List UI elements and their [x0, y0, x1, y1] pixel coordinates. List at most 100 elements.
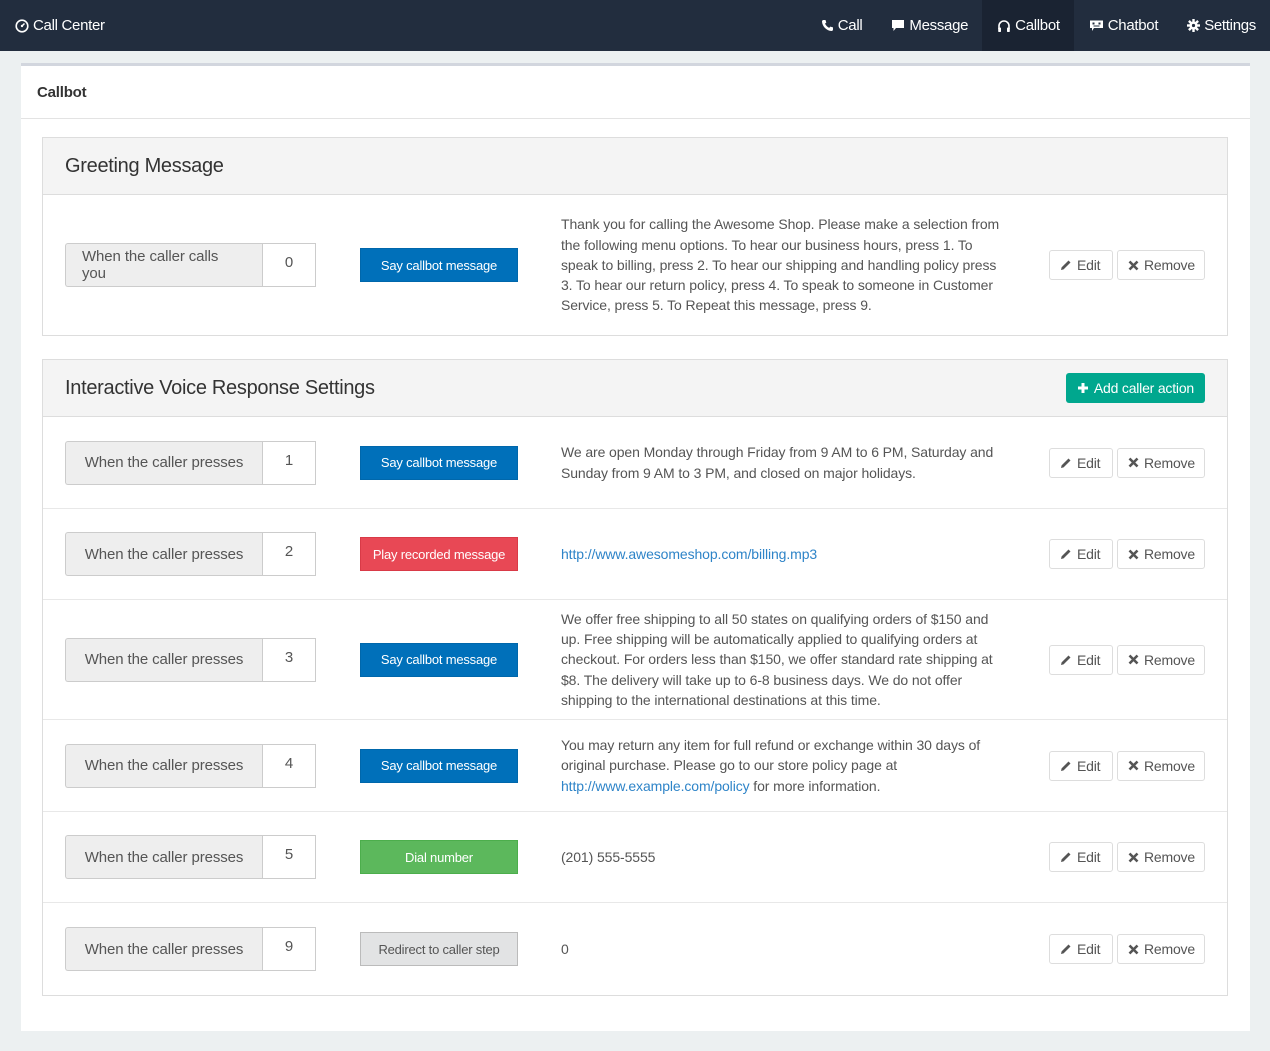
edit-button[interactable]: Edit: [1049, 447, 1113, 478]
top-navbar: Call Center Call Message Callbot Chatbot: [0, 0, 1270, 51]
dashboard-icon: [15, 18, 29, 33]
remove-button[interactable]: Remove: [1117, 539, 1205, 569]
action-button[interactable]: Play recorded message: [360, 537, 518, 571]
action-button[interactable]: Redirect to caller step: [360, 932, 518, 966]
pencil-icon: [1060, 760, 1072, 772]
condition-group: When the caller presses 1: [65, 440, 316, 485]
gear-icon: [1187, 19, 1201, 32]
row-actions: Edit Remove: [1049, 934, 1205, 964]
description-text: You may return any item for full refund …: [561, 737, 981, 774]
remove-button[interactable]: Remove: [1117, 842, 1205, 872]
remove-button[interactable]: Remove: [1117, 934, 1205, 964]
description-link[interactable]: http://www.example.com/policy: [561, 778, 750, 794]
close-icon: [1128, 457, 1139, 468]
headphones-icon: [997, 19, 1011, 33]
condition-label: When the caller calls you: [65, 243, 262, 287]
main-nav: Call Message Callbot Chatbot Settings: [806, 0, 1270, 51]
action-description: Thank you for calling the Awesome Shop. …: [561, 216, 1000, 314]
close-icon: [1128, 549, 1139, 560]
close-icon: [1128, 654, 1139, 665]
close-icon: [1128, 944, 1139, 955]
brand[interactable]: Call Center: [0, 17, 105, 34]
description-link[interactable]: http://www.awesomeshop.com/billing.mp3: [561, 546, 817, 562]
edit-button[interactable]: Edit: [1049, 539, 1113, 569]
action-button[interactable]: Say callbot message: [360, 248, 518, 282]
chatbot-icon: [1089, 19, 1104, 32]
comment-icon: [891, 19, 905, 32]
nav-item-chatbot[interactable]: Chatbot: [1074, 0, 1172, 51]
pencil-icon: [1060, 654, 1072, 666]
condition-label: When the caller presses: [65, 835, 262, 879]
pencil-icon: [1060, 259, 1072, 271]
nav-item-message[interactable]: Message: [876, 0, 982, 51]
ivr-row: When the caller presses 1 Say callbot me…: [43, 417, 1227, 509]
remove-button[interactable]: Remove: [1117, 644, 1205, 675]
add-caller-action-button[interactable]: Add caller action: [1065, 373, 1205, 403]
row-actions: Edit Remove: [1049, 842, 1205, 872]
edit-button[interactable]: Edit: [1049, 250, 1113, 280]
remove-button[interactable]: Remove: [1117, 750, 1205, 781]
condition-label: When the caller presses: [65, 440, 262, 485]
condition-group: When the caller presses 9: [65, 927, 316, 971]
close-icon: [1128, 760, 1139, 771]
pencil-icon: [1060, 457, 1072, 469]
ivr-row: When the caller presses 2 Play recorded …: [43, 509, 1227, 600]
greeting-title: Greeting Message: [65, 154, 224, 177]
condition-group: When the caller presses 5: [65, 835, 316, 879]
ivr-panel: Interactive Voice Response Settings Add …: [42, 359, 1228, 996]
app-title: Call Center: [33, 17, 105, 34]
condition-label: When the caller presses: [65, 927, 262, 971]
remove-button[interactable]: Remove: [1117, 447, 1205, 478]
pencil-icon: [1060, 943, 1072, 955]
ivr-title: Interactive Voice Response Settings: [65, 376, 375, 399]
row-actions: Edit Remove: [1049, 644, 1205, 675]
edit-button[interactable]: Edit: [1049, 644, 1113, 675]
condition-label: When the caller presses: [65, 532, 262, 576]
description-text: (201) 555-5555: [561, 848, 656, 865]
description-text: We are open Monday through Friday from 9…: [561, 444, 994, 481]
ivr-rows: When the caller presses 1 Say callbot me…: [43, 417, 1227, 995]
greeting-row: When the caller calls you 0 Say callbot …: [43, 195, 1227, 335]
condition-group: When the caller presses 4: [65, 743, 316, 788]
nav-item-call[interactable]: Call: [806, 0, 877, 51]
ivr-panel-header: Interactive Voice Response Settings Add …: [43, 360, 1227, 417]
condition-value[interactable]: 1: [262, 440, 316, 485]
edit-button[interactable]: Edit: [1049, 842, 1113, 872]
description-text-after: for more information.: [749, 777, 881, 794]
condition-value[interactable]: 5: [262, 835, 316, 879]
ivr-row: When the caller presses 4 Say callbot me…: [43, 720, 1227, 812]
action-button[interactable]: Say callbot message: [360, 445, 518, 480]
condition-label: When the caller presses: [65, 637, 262, 682]
action-button[interactable]: Say callbot message: [360, 642, 518, 677]
ivr-row: When the caller presses 9 Redirect to ca…: [43, 903, 1227, 995]
condition-value[interactable]: 0: [262, 243, 316, 287]
condition-value[interactable]: 2: [262, 532, 316, 576]
condition-value[interactable]: 3: [262, 637, 316, 682]
action-description: We offer free shipping to all 50 states …: [561, 609, 1006, 710]
nav-item-settings[interactable]: Settings: [1172, 0, 1270, 51]
condition-label: When the caller presses: [65, 743, 262, 788]
description-text: We offer free shipping to all 50 states …: [561, 610, 993, 708]
action-description: http://www.awesomeshop.com/billing.mp3: [561, 544, 1006, 564]
greeting-panel: Greeting Message When the caller calls y…: [42, 137, 1228, 336]
action-description: You may return any item for full refund …: [561, 735, 1006, 796]
nav-item-callbot[interactable]: Callbot: [982, 0, 1074, 51]
row-actions: Edit Remove: [1049, 447, 1205, 478]
action-description: 0: [561, 939, 1006, 959]
phone-icon: [821, 19, 834, 32]
row-actions: Edit Remove: [1049, 250, 1205, 280]
condition-value[interactable]: 4: [262, 743, 316, 788]
remove-button[interactable]: Remove: [1117, 250, 1205, 280]
page-title: Callbot: [21, 66, 1250, 119]
close-icon: [1128, 852, 1139, 863]
action-button[interactable]: Dial number: [360, 840, 518, 874]
edit-button[interactable]: Edit: [1049, 750, 1113, 781]
callbot-card: Callbot Greeting Message When the caller…: [21, 63, 1250, 1031]
description-text: 0: [561, 940, 569, 957]
row-actions: Edit Remove: [1049, 750, 1205, 781]
edit-button[interactable]: Edit: [1049, 934, 1113, 964]
condition-value[interactable]: 9: [262, 927, 316, 971]
action-button[interactable]: Say callbot message: [360, 748, 518, 783]
ivr-row: When the caller presses 3 Say callbot me…: [43, 600, 1227, 720]
condition-group: When the caller presses 2: [65, 532, 316, 576]
